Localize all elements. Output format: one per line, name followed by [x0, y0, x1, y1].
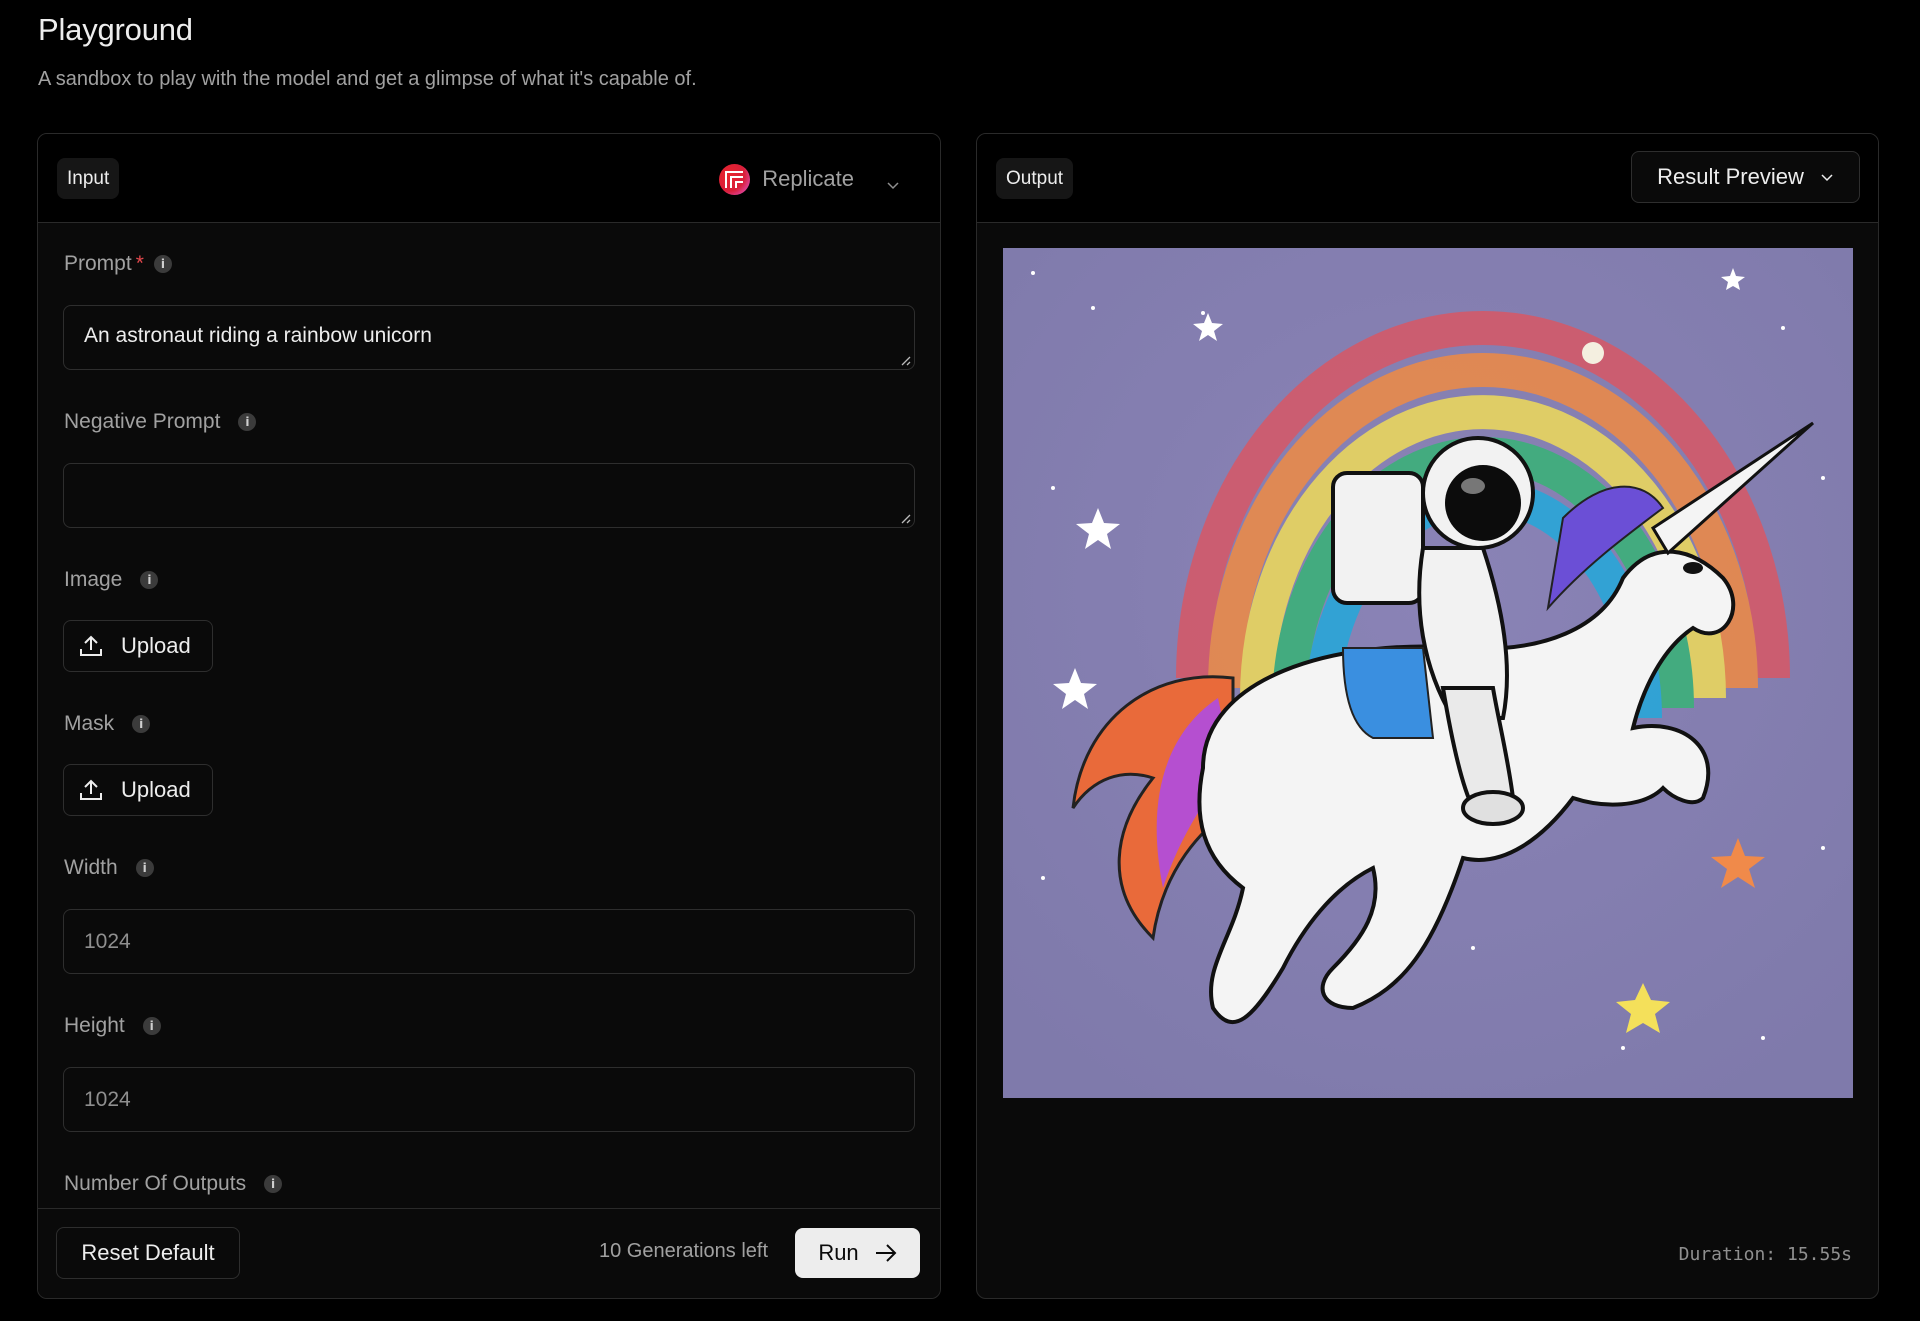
upload-label: Upload — [121, 633, 191, 658]
width-label-text: Width — [64, 856, 118, 879]
height-input[interactable]: 1024 — [63, 1067, 915, 1132]
input-panel-header: Input Replicate — [38, 134, 940, 223]
page-title: Playground — [38, 12, 193, 47]
view-select-value: Result Preview — [1657, 164, 1804, 189]
info-icon[interactable]: i — [132, 715, 151, 733]
resize-handle-icon[interactable] — [899, 354, 911, 366]
input-panel: Input Replicate Prompt * i An astronaut … — [37, 133, 941, 1299]
resize-handle-icon[interactable] — [899, 512, 911, 524]
height-label: Height i — [64, 1013, 161, 1039]
prompt-label: Prompt * i — [64, 251, 172, 277]
width-placeholder: 1024 — [84, 929, 131, 953]
upload-icon — [80, 635, 102, 656]
width-input[interactable]: 1024 — [63, 909, 915, 974]
image-upload-button[interactable]: Upload — [63, 620, 213, 672]
mask-label: Mask i — [64, 711, 151, 737]
image-label-text: Image — [64, 568, 123, 591]
negative-prompt-textarea[interactable] — [63, 463, 915, 528]
duration-readout: Duration: 15.55s — [1678, 1244, 1852, 1265]
unicorn-astronaut-illustration — [1003, 248, 1853, 1098]
result-image[interactable] — [1003, 248, 1853, 1098]
required-marker: * — [135, 252, 144, 275]
prompt-textarea[interactable]: An astronaut riding a rainbow unicorn — [63, 305, 915, 370]
mask-label-text: Mask — [64, 712, 115, 735]
input-footer: Reset Default 10 Generations left Run — [38, 1208, 940, 1298]
negative-prompt-label-text: Negative Prompt — [64, 410, 221, 433]
generations-left: 10 Generations left — [599, 1240, 768, 1262]
info-icon[interactable]: i — [264, 1175, 283, 1193]
output-badge: Output — [996, 158, 1074, 199]
height-label-text: Height — [64, 1014, 125, 1037]
arrow-right-icon — [875, 1244, 897, 1262]
negative-prompt-label: Negative Prompt i — [64, 409, 257, 435]
output-panel: Output Result Preview Duration: 15.55s — [976, 133, 1879, 1299]
info-icon[interactable]: i — [142, 1017, 161, 1035]
upload-icon — [80, 779, 102, 800]
reset-default-button[interactable]: Reset Default — [56, 1227, 240, 1279]
input-badge: Input — [57, 158, 120, 199]
width-label: Width i — [64, 855, 154, 881]
view-select[interactable]: Result Preview — [1631, 151, 1860, 203]
info-icon[interactable]: i — [153, 255, 172, 273]
prompt-value: An astronaut riding a rainbow unicorn — [84, 324, 432, 347]
page-subtitle: A sandbox to play with the model and get… — [38, 68, 697, 90]
provider-name: Replicate — [762, 166, 854, 191]
num-outputs-label: Number Of Outputs i — [64, 1171, 283, 1197]
replicate-logo-icon — [719, 163, 751, 195]
output-panel-header: Output Result Preview — [977, 134, 1878, 223]
chevron-down-icon — [1821, 174, 1833, 182]
image-label: Image i — [64, 567, 159, 593]
height-placeholder: 1024 — [84, 1087, 131, 1111]
mask-upload-button[interactable]: Upload — [63, 764, 213, 816]
info-icon[interactable]: i — [135, 859, 154, 877]
upload-label: Upload — [121, 777, 191, 802]
chevron-down-icon — [886, 172, 900, 190]
info-icon[interactable]: i — [140, 571, 159, 589]
prompt-label-text: Prompt — [64, 252, 132, 275]
run-label: Run — [818, 1240, 859, 1265]
run-button[interactable]: Run — [795, 1228, 920, 1278]
info-icon[interactable]: i — [238, 413, 257, 431]
num-outputs-label-text: Number Of Outputs — [64, 1172, 247, 1195]
provider-select[interactable]: Replicate — [719, 163, 900, 195]
